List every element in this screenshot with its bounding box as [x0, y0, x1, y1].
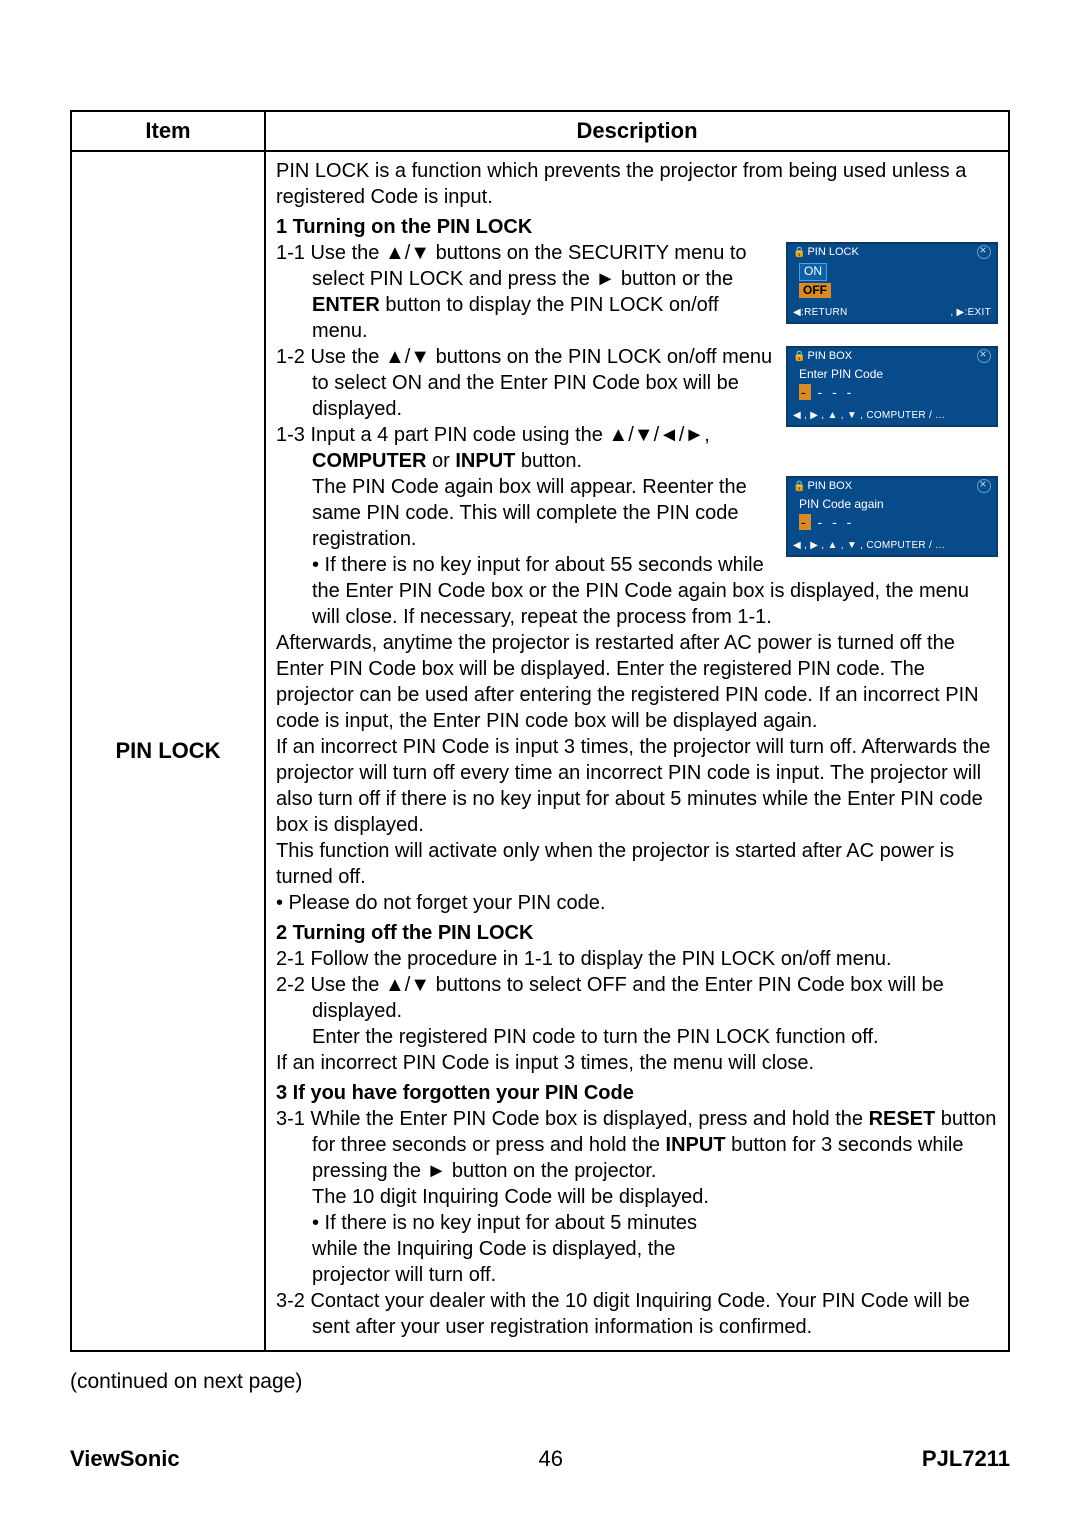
- osd3-footer: ◀ , ▶ , ▲ , ▼ , COMPUTER / …: [787, 537, 997, 556]
- item-name-cell: PIN LOCK: [71, 151, 265, 1351]
- step-3-2: 3-2 Contact your dealer with the 10 digi…: [312, 1288, 998, 1340]
- col-header-description: Description: [265, 111, 1009, 151]
- step-1-3-bullet: • If there is no key input for about 55 …: [312, 552, 998, 630]
- afterwards-c: This function will activate only when th…: [276, 838, 998, 890]
- osd1-off: OFF: [799, 283, 831, 299]
- pin-lock-table: Item Description PIN LOCK PIN LOCK is a …: [70, 110, 1010, 1352]
- osd1-on: ON: [799, 263, 827, 281]
- step-3-1: 3-1 While the Enter PIN Code box is disp…: [312, 1106, 998, 1184]
- close-icon: [977, 349, 991, 363]
- osd1-return: ◀:RETURN: [793, 307, 848, 318]
- step-2-wrong: If an incorrect PIN Code is input 3 time…: [276, 1050, 998, 1076]
- osd2-title: PIN BOX: [793, 349, 852, 363]
- section-1-title: 1 Turning on the PIN LOCK: [276, 214, 998, 240]
- osd3-title: PIN BOX: [793, 479, 852, 493]
- osd1-title: PIN LOCK: [793, 245, 859, 259]
- osd3-dashes: - - - -: [799, 513, 989, 531]
- footer-brand: ViewSonic: [70, 1446, 180, 1472]
- osd1-exit: , ▶:EXIT: [950, 306, 991, 319]
- afterwards-a: Afterwards, anytime the projector is res…: [276, 630, 998, 734]
- osd-pin-lock-menu: PIN LOCK ON OFF ◀:RETURN , ▶:EXIT: [786, 242, 998, 324]
- step-2-1: 2-1 Follow the procedure in 1-1 to displ…: [312, 946, 998, 972]
- description-cell: PIN LOCK is a function which prevents th…: [265, 151, 1009, 1351]
- step-3-bullet: • If there is no key input for about 5 m…: [312, 1210, 742, 1288]
- osd2-footer: ◀ , ▶ , ▲ , ▼ , COMPUTER / …: [787, 407, 997, 426]
- osd2-prompt: Enter PIN Code: [799, 367, 989, 383]
- step-2-2-sub: Enter the registered PIN code to turn th…: [312, 1024, 998, 1050]
- osd2-dashes: - - - -: [799, 383, 989, 401]
- close-icon: [977, 479, 991, 493]
- continued-note: (continued on next page): [70, 1370, 1010, 1394]
- osd3-prompt: PIN Code again: [799, 497, 989, 513]
- section-2-title: 2 Turning off the PIN LOCK: [276, 920, 998, 946]
- footer-model: PJL7211: [922, 1446, 1010, 1472]
- section-3-title: 3 If you have forgotten your PIN Code: [276, 1080, 998, 1106]
- intro-text: PIN LOCK is a function which prevents th…: [276, 158, 998, 210]
- footer-page-number: 46: [539, 1446, 563, 1472]
- step-3-1-sub: The 10 digit Inquiring Code will be disp…: [312, 1184, 998, 1210]
- osd-pin-box-enter: PIN BOX Enter PIN Code - - - - ◀ , ▶ , ▲…: [786, 346, 998, 427]
- col-header-item: Item: [71, 111, 265, 151]
- osd-pin-box-again: PIN BOX PIN Code again - - - - ◀ , ▶ , ▲…: [786, 476, 998, 557]
- step-1-3-line1: 1-3 Input a 4 part PIN code using the ▲/…: [312, 422, 998, 474]
- dont-forget: • Please do not forget your PIN code.: [276, 890, 998, 916]
- page-footer: ViewSonic 46 PJL7211: [70, 1446, 1010, 1472]
- afterwards-b: If an incorrect PIN Code is input 3 time…: [276, 734, 998, 838]
- close-icon: [977, 245, 991, 259]
- step-2-2: 2-2 Use the ▲/▼ buttons to select OFF an…: [312, 972, 998, 1024]
